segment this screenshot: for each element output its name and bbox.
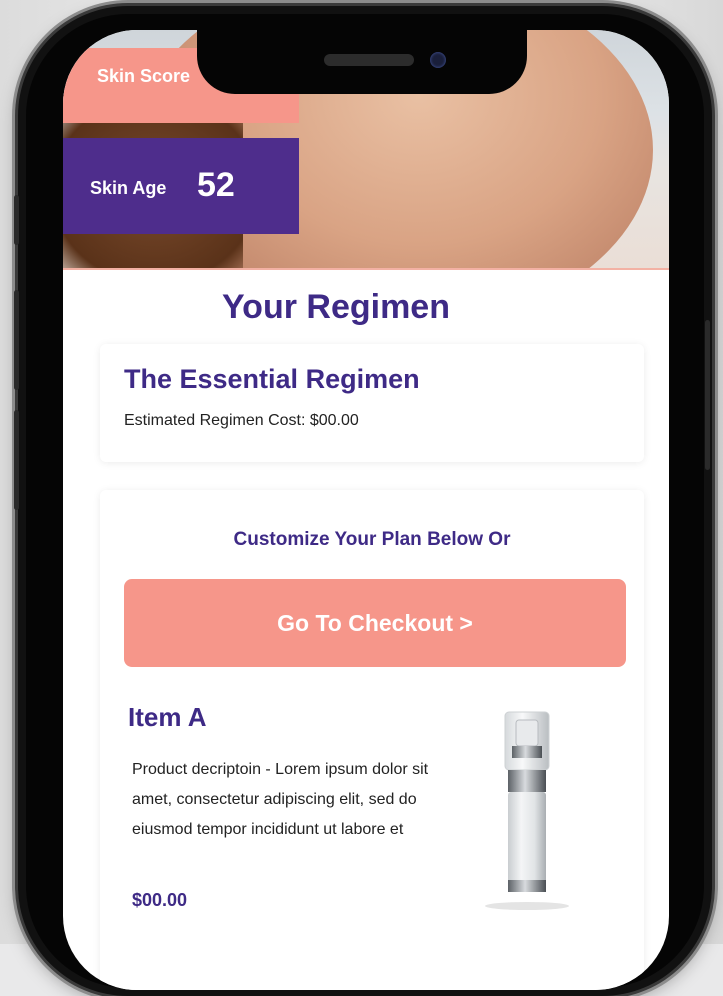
skin-age-value: 52 — [197, 166, 235, 204]
regimen-summary-card: The Essential Regimen Estimated Regimen … — [100, 344, 644, 462]
phone-side-button — [705, 320, 710, 470]
phone-side-button — [14, 410, 19, 510]
page-title: Your Regimen — [222, 288, 450, 326]
front-camera-icon — [430, 52, 446, 68]
skin-age-panel: Skin Age 52 — [63, 138, 299, 234]
customize-prompt: Customize Your Plan Below Or — [233, 529, 511, 550]
phone-notch — [197, 30, 527, 94]
speaker-grille — [324, 54, 414, 66]
regimen-cost: Estimated Regimen Cost: $00.00 — [124, 412, 359, 429]
serum-bottle-icon — [485, 711, 569, 910]
product-price: $00.00 — [132, 890, 188, 910]
phone-screen: Skin Score Skin Age 52 Your Regimen The … — [63, 30, 669, 990]
regimen-plan-name: The Essential Regimen — [124, 364, 420, 394]
plan-card: Customize Your Plan Below Or Go To Check… — [100, 490, 644, 990]
skin-score-label: Skin Score — [97, 66, 191, 86]
phone-side-button — [14, 195, 19, 245]
product-description: Product decriptoin - Lorem ipsum dolor s… — [132, 761, 429, 838]
skin-age-label: Skin Age — [90, 178, 167, 198]
phone-side-button — [14, 290, 19, 390]
product-name: Item A — [128, 702, 207, 732]
checkout-button[interactable]: Go To Checkout > — [124, 579, 626, 667]
hero-divider — [63, 268, 669, 270]
